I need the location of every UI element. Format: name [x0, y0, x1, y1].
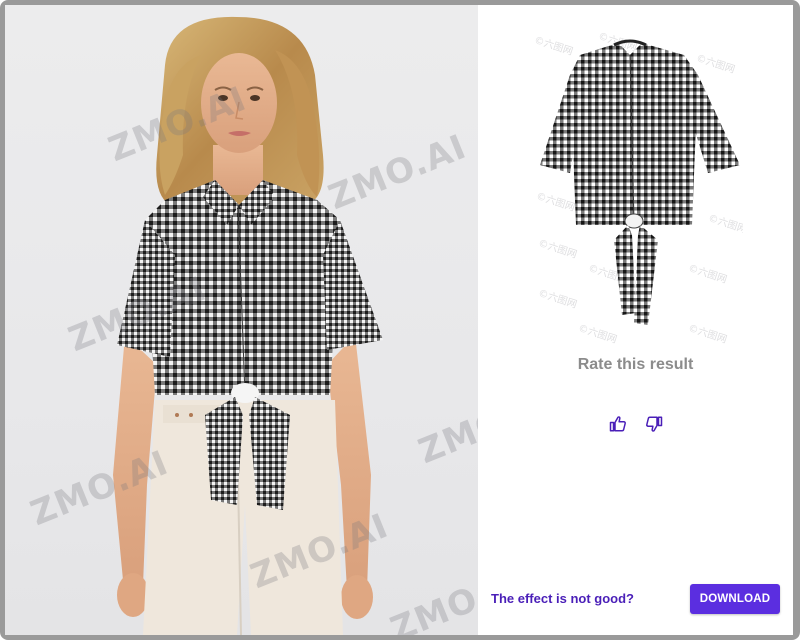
blouse-illustration [540, 39, 740, 325]
model-illustration [113, 16, 383, 635]
result-panel: ©六图网 ©六图网 ©六图网 ©六图网 ©六图网 ©六图网 ©六图网 ©六图网 … [478, 5, 793, 635]
rating-buttons [478, 413, 793, 435]
thumbs-down-button[interactable] [643, 413, 665, 435]
download-button[interactable]: DOWNLOAD [690, 584, 780, 614]
thumbs-up-button[interactable] [607, 413, 629, 435]
try-on-result-image: ZMO.AI ZMO.AI ZMO.AI ZMO.AI ZMO.AI ZMO.A… [5, 5, 478, 635]
result-dialog: ZMO.AI ZMO.AI ZMO.AI ZMO.AI ZMO.AI ZMO.A… [5, 5, 793, 635]
thumbs-up-icon [609, 416, 626, 432]
garment-product-image: ©六图网 ©六图网 ©六图网 ©六图网 ©六图网 ©六图网 ©六图网 ©六图网 … [518, 25, 743, 345]
rate-result-title: Rate this result [577, 356, 694, 373]
dialog-frame: ZMO.AI ZMO.AI ZMO.AI ZMO.AI ZMO.AI ZMO.A… [0, 0, 800, 640]
effect-not-good-link[interactable]: The effect is not good? [491, 591, 634, 606]
thumbs-down-icon [645, 416, 662, 432]
